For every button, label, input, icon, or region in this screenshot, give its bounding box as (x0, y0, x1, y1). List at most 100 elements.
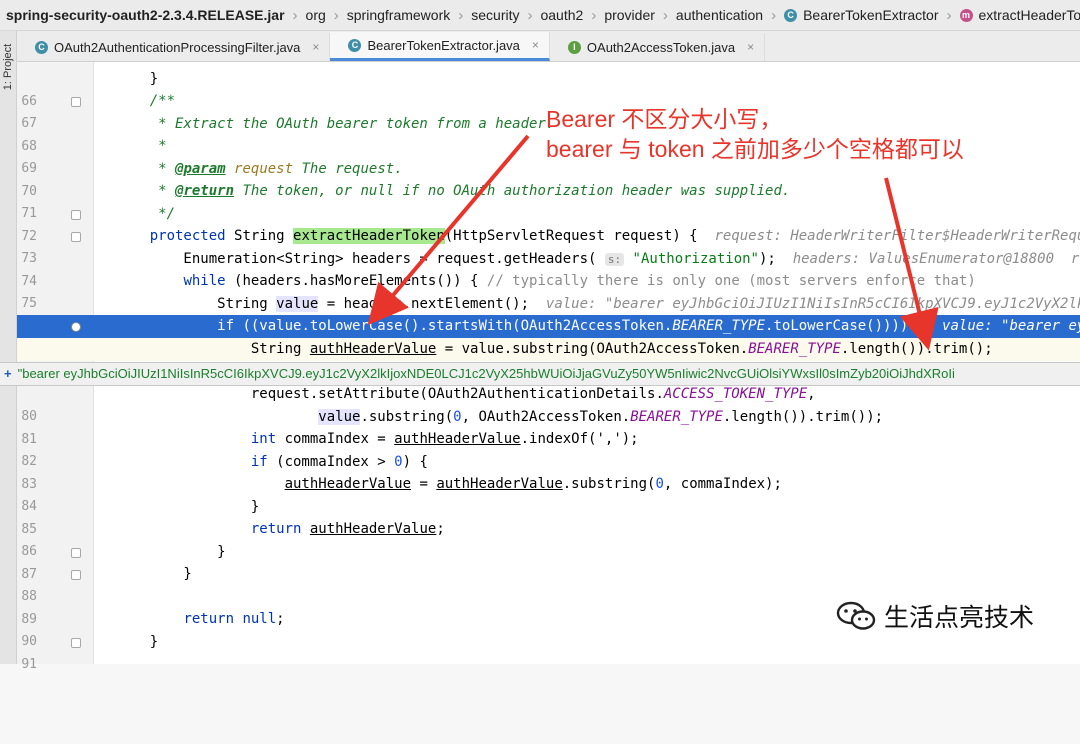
code-token: 0 (453, 409, 461, 425)
chevron-right-icon: › (525, 7, 534, 24)
code-line: 71 * @return The token, or null if no OA… (17, 180, 1080, 203)
code-token: String (116, 296, 276, 312)
code-token: The token, or null if no OAuth authoriza… (234, 183, 790, 199)
tab-label: BearerTokenExtractor.java (367, 38, 519, 53)
code-text: } (116, 68, 158, 91)
breadcrumb-item-springframework[interactable]: springframework (341, 7, 456, 23)
debug-value-tooltip[interactable]: +"bearer eyJhbGciOiJIUzI1NiIsInR5cCI6Ikp… (0, 362, 1080, 386)
code-text: } (116, 496, 259, 519)
breadcrumb-item-oauth2[interactable]: oauth2 (534, 7, 589, 23)
project-tool-strip: 1: Project (0, 31, 17, 664)
code-token (116, 431, 251, 447)
breadcrumb-item-security[interactable]: security (465, 7, 525, 23)
watermark-text: 生活点亮技术 (884, 598, 1034, 634)
chevron-right-icon: › (769, 7, 778, 24)
code-token: authHeaderValue (436, 476, 562, 492)
code-text: * @return The token, or null if no OAuth… (116, 180, 790, 203)
debug-inline-value: request: HeaderWriterFilter$HeaderWriter… (714, 228, 1080, 244)
code-comment: // typically there is only one (most ser… (487, 273, 976, 289)
code-token: .toLowerCase()))) { (765, 318, 942, 334)
breadcrumb-item-method[interactable]: m extractHeaderToken (954, 7, 1080, 23)
code-text: Enumeration<String> headers = request.ge… (116, 248, 1080, 272)
fold-marker-icon[interactable] (71, 210, 81, 220)
code-token: "Authorization" (624, 251, 759, 267)
debug-inline-value: value: "bearer eyJh (942, 318, 1080, 334)
line-number: 91 (17, 654, 37, 677)
breadcrumb-class-label: BearerTokenExtractor (803, 7, 938, 23)
code-token: authHeaderValue (310, 341, 436, 357)
close-icon[interactable]: × (747, 40, 754, 54)
interface-icon: I (568, 41, 581, 54)
code-token: ) { (403, 454, 428, 470)
class-icon: C (784, 9, 797, 22)
code-text: if (commaIndex > 0) { (116, 451, 428, 474)
code-token: if (251, 454, 268, 470)
tab-label: OAuth2AccessToken.java (587, 40, 735, 55)
debug-inline-value: headers: ValuesEnumerator@18800 request (793, 251, 1080, 267)
code-token (116, 454, 251, 470)
fold-marker-icon[interactable] (71, 97, 81, 107)
code-token: .indexOf(','); (521, 431, 647, 447)
code-line: 82 int commaIndex = authHeaderValue.inde… (17, 428, 1080, 451)
code-token: (HttpServletRequest request) { (445, 228, 715, 244)
breadcrumb-item-jar[interactable]: spring-security-oauth2-2.3.4.RELEASE.jar (0, 7, 291, 23)
code-token: authHeaderValue (310, 521, 436, 537)
code-line: 83 if (commaIndex > 0) { (17, 451, 1080, 474)
chevron-right-icon: › (661, 7, 670, 24)
code-token: request.setAttribute(OAuth2Authenticatio… (116, 386, 664, 402)
code-token: * (116, 183, 175, 199)
code-text: value.substring(0, OAuth2AccessToken.BEA… (116, 406, 883, 429)
code-token: , (807, 386, 815, 402)
code-token: String (116, 341, 310, 357)
code-line: 85 } (17, 496, 1080, 519)
code-line-caret: 78 String authHeaderValue = value.substr… (17, 338, 1080, 361)
code-text: int commaIndex = authHeaderValue.indexOf… (116, 428, 647, 451)
code-token: String (234, 228, 293, 244)
code-line: 80 request.setAttribute(OAuth2Authentica… (17, 383, 1080, 406)
code-text: authHeaderValue = authHeaderValue.substr… (116, 473, 782, 496)
close-icon[interactable]: × (532, 38, 539, 52)
annotation-text: Bearer 不区分大小写， bearer 与 token 之前加多少个空格都可… (546, 104, 964, 164)
code-token: , OAuth2AccessToken. (462, 409, 631, 425)
code-token: = headers.nextElement(); (318, 296, 546, 312)
breadcrumb-item-class[interactable]: C BearerTokenExtractor (778, 7, 944, 23)
class-icon: C (35, 41, 48, 54)
code-token: = value.substring(OAuth2AccessToken. (436, 341, 748, 357)
breakpoint-icon[interactable] (71, 322, 81, 332)
fold-marker-icon[interactable] (71, 638, 81, 648)
project-tool-button[interactable]: 1: Project (2, 41, 14, 93)
code-token: .substring( (360, 409, 453, 425)
fold-marker-icon[interactable] (71, 232, 81, 242)
code-token: if (217, 318, 234, 334)
tab-oauth2-access-token[interactable]: I OAuth2AccessToken.java × (550, 33, 765, 61)
expand-icon[interactable]: + (0, 366, 18, 381)
code-token (226, 161, 234, 177)
tooltip-value: "bearer eyJhbGciOiJIUzI1NiIsInR5cCI6IkpX… (18, 366, 955, 381)
fold-marker-icon[interactable] (71, 570, 81, 580)
code-token: while (183, 273, 225, 289)
breadcrumb-item-org[interactable]: org (300, 7, 332, 23)
tab-bearer-token-extractor[interactable]: C BearerTokenExtractor.java × (330, 32, 549, 61)
code-token: protected (116, 228, 234, 244)
close-icon[interactable]: × (312, 40, 319, 54)
code-token: ; (436, 521, 444, 537)
watermark: 生活点亮技术 (836, 598, 1034, 634)
code-token: 0 (394, 454, 402, 470)
chevron-right-icon: › (291, 7, 300, 24)
code-token (116, 476, 285, 492)
code-token (116, 611, 183, 627)
code-token: , commaIndex); (664, 476, 782, 492)
code-text: return authHeaderValue; (116, 518, 445, 541)
breadcrumb-item-provider[interactable]: provider (598, 7, 661, 23)
code-token: ; (276, 611, 284, 627)
code-token: authHeaderValue (394, 431, 520, 447)
breadcrumb-item-authentication[interactable]: authentication (670, 7, 769, 23)
code-line: 88 } (17, 563, 1080, 586)
code-token: Enumeration<String> headers = request.ge… (116, 251, 605, 267)
code-token: BEARER_TYPE (672, 318, 765, 334)
code-token: value (276, 296, 318, 312)
code-token: value (318, 409, 360, 425)
tab-oauth2-authentication-processing-filter[interactable]: C OAuth2AuthenticationProcessingFilter.j… (17, 33, 330, 61)
fold-marker-icon[interactable] (71, 548, 81, 558)
chevron-right-icon: › (589, 7, 598, 24)
